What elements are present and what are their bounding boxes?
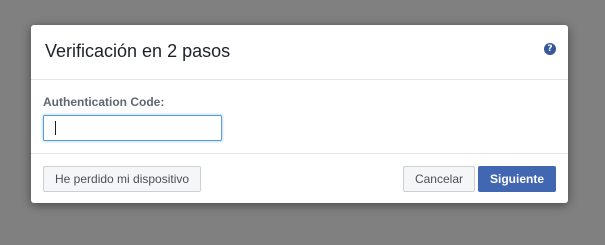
two-step-verification-dialog: Verificación en 2 pasos ? Authentication… (31, 25, 568, 203)
help-icon[interactable]: ? (544, 43, 556, 55)
dialog-header: Verificación en 2 pasos ? (31, 25, 568, 80)
dialog-footer: He perdido mi dispositivo Cancelar Sigui… (31, 154, 568, 203)
text-caret (55, 121, 56, 135)
authentication-code-input[interactable] (43, 115, 222, 141)
authentication-code-label: Authentication Code: (43, 95, 165, 109)
cancel-button[interactable]: Cancelar (402, 166, 475, 192)
dialog-body: Authentication Code: (31, 80, 568, 154)
next-button[interactable]: Siguiente (477, 166, 556, 192)
lost-device-button[interactable]: He perdido mi dispositivo (43, 166, 202, 192)
dialog-title: Verificación en 2 pasos (45, 41, 231, 61)
